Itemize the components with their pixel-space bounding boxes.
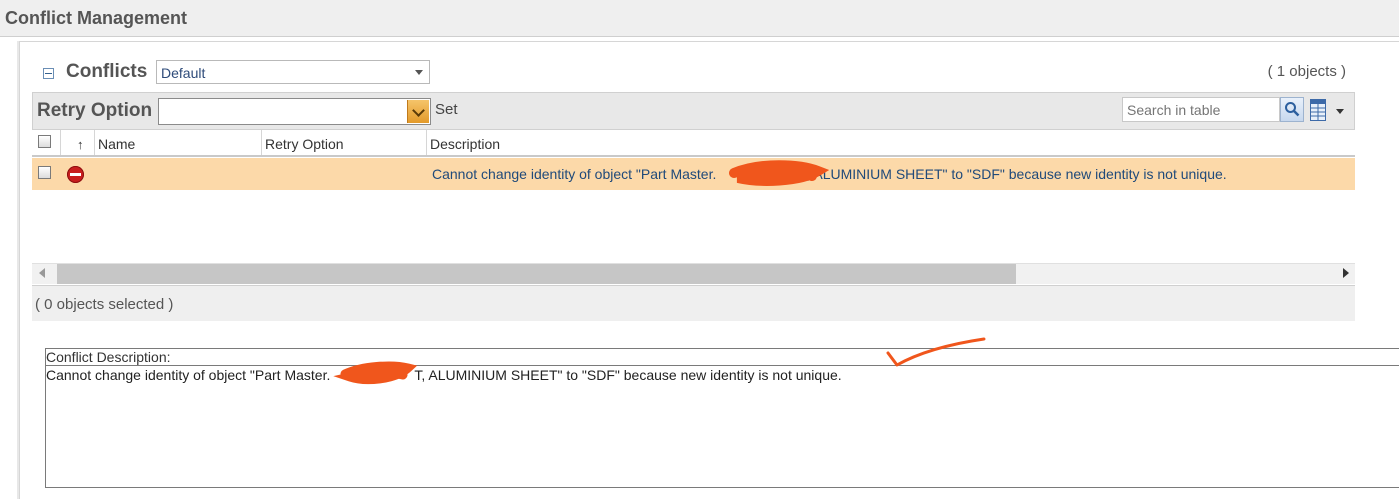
table-settings-icon[interactable] — [1310, 99, 1326, 121]
scroll-right-icon[interactable] — [1343, 268, 1349, 278]
conflict-description-text[interactable]: Cannot change identity of object "Part M… — [46, 367, 842, 383]
error-icon — [67, 166, 84, 183]
column-header-name[interactable]: Name — [95, 130, 262, 155]
retry-option-select[interactable] — [158, 98, 431, 125]
search-icon — [1285, 102, 1300, 117]
conflicts-title: Conflicts — [66, 61, 148, 82]
column-header-retry-option[interactable]: Retry Option — [262, 130, 427, 155]
row-description-end: , ALUMINIUM SHEET" to "SDF" because new … — [806, 166, 1227, 182]
view-select[interactable]: Default — [156, 60, 430, 84]
dropdown-arrow-icon[interactable] — [407, 100, 429, 123]
select-all-checkbox[interactable] — [38, 135, 51, 148]
row-checkbox[interactable] — [38, 166, 51, 179]
row-description: Cannot change identity of object "Part M… — [432, 166, 1227, 182]
scroll-left-icon[interactable] — [39, 268, 45, 278]
set-button[interactable]: Set — [435, 101, 458, 118]
collapse-icon[interactable] — [43, 68, 54, 79]
conflict-description-end: T, ALUMINIUM SHEET" to "SDF" because new… — [414, 367, 842, 383]
table-menu-arrow-icon[interactable] — [1336, 109, 1344, 114]
column-header-description[interactable]: Description — [427, 130, 1355, 155]
page-title: Conflict Management — [5, 8, 188, 28]
search-button[interactable] — [1280, 97, 1304, 122]
row-description-start: Cannot change identity of object "Part M… — [432, 166, 717, 182]
divider — [45, 365, 1399, 366]
scrollbar-thumb[interactable] — [57, 264, 1016, 284]
app-header: Conflict Management — [0, 0, 1399, 37]
sort-arrow-icon: ↑ — [77, 137, 84, 152]
retry-option-label: Retry Option — [37, 100, 153, 121]
table-body-empty — [32, 190, 1355, 263]
chevron-down-icon — [415, 70, 423, 75]
search-input[interactable] — [1122, 97, 1280, 122]
conflict-description-label: Conflict Description: — [46, 349, 171, 365]
view-select-value: Default — [161, 65, 206, 81]
table-footer — [32, 285, 1355, 321]
object-count: ( 1 objects ) — [1267, 63, 1346, 80]
conflict-description-start: Cannot change identity of object "Part M… — [46, 367, 331, 383]
selected-count: ( 0 objects selected ) — [35, 296, 174, 313]
